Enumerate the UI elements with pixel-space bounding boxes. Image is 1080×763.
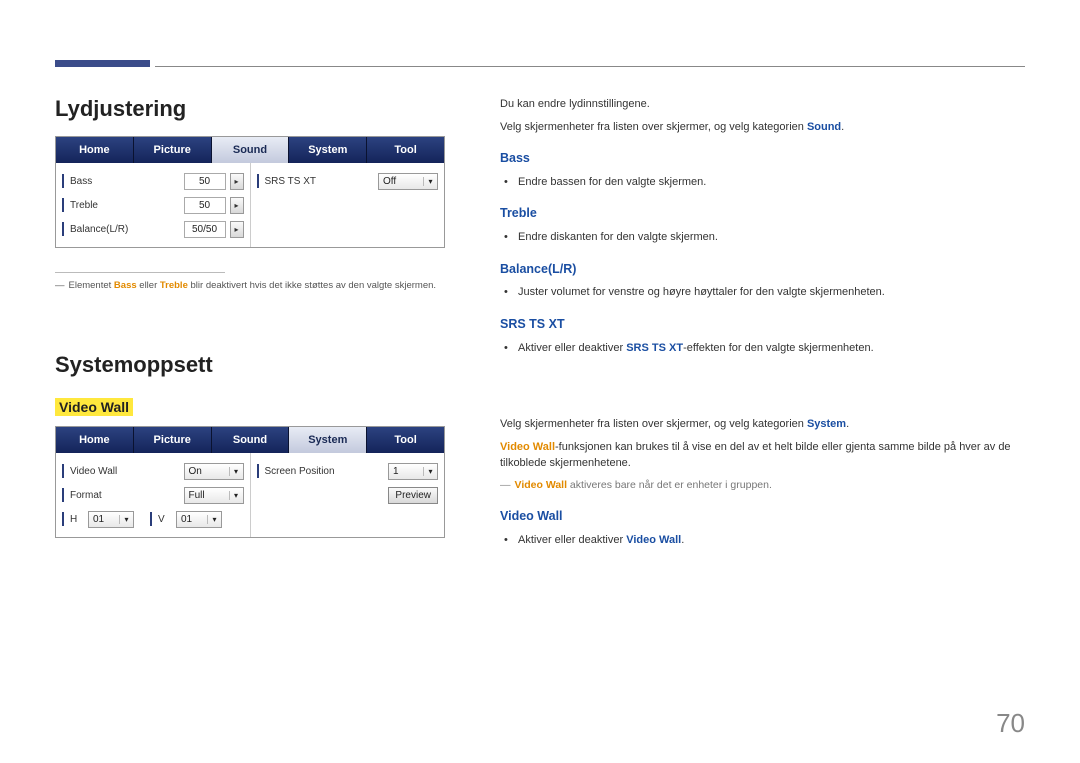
tab-bar: Home Picture Sound System Tool <box>56 137 444 163</box>
tab-home[interactable]: Home <box>56 137 134 163</box>
h-select[interactable]: 01 ▾ <box>88 511 134 528</box>
tab-system-2[interactable]: System <box>289 427 367 453</box>
screenpos-value: 1 <box>393 466 399 477</box>
section-title-systemoppsett: Systemoppsett <box>55 352 445 378</box>
srs-label: SRS TS XT <box>265 176 375 187</box>
balance-value[interactable]: 50/50 <box>184 221 226 238</box>
chevron-down-icon: ▾ <box>229 467 243 476</box>
row-marker-icon <box>62 464 64 478</box>
chevron-down-icon: ▾ <box>119 515 133 524</box>
section-title-lydjustering: Lydjustering <box>55 96 445 122</box>
system-settings-panel: Home Picture Sound System Tool Video Wal… <box>55 426 445 538</box>
page-number: 70 <box>996 708 1025 739</box>
treble-desc: Endre diskanten for den valgte skjermen. <box>504 229 1025 246</box>
tab-system[interactable]: System <box>289 137 367 163</box>
chevron-down-icon: ▾ <box>423 177 437 186</box>
treble-label: Treble <box>70 200 180 211</box>
row-marker-icon <box>62 222 64 236</box>
tab-bar-2: Home Picture Sound System Tool <box>56 427 444 453</box>
tab-picture[interactable]: Picture <box>134 137 212 163</box>
chevron-down-icon: ▾ <box>423 467 437 476</box>
balance-step-icon[interactable]: ▸ <box>230 221 244 238</box>
videowall-select[interactable]: On ▾ <box>184 463 244 480</box>
v-value: 01 <box>181 514 192 525</box>
tab-tool-2[interactable]: Tool <box>367 427 444 453</box>
intro-text-2: Velg skjermenheter fra listen over skjer… <box>500 119 1025 136</box>
header-accent-bar <box>55 60 150 67</box>
footnote-text: ―Elementet Bass eller Treble blir deakti… <box>55 279 445 292</box>
row-marker-icon <box>257 464 259 478</box>
screenpos-select[interactable]: 1 ▾ <box>388 463 438 480</box>
balance-desc: Juster volumet for venstre og høyre høyt… <box>504 284 1025 301</box>
tab-home-2[interactable]: Home <box>56 427 134 453</box>
system-intro: Velg skjermenheter fra listen over skjer… <box>500 416 1025 433</box>
v-select[interactable]: 01 ▾ <box>176 511 222 528</box>
tab-sound[interactable]: Sound <box>212 137 290 163</box>
row-marker-icon <box>62 488 64 502</box>
srs-desc: Aktiver eller deaktiver SRS TS XT-effekt… <box>504 340 1025 357</box>
heading-bass: Bass <box>500 149 1025 168</box>
row-marker-icon <box>150 512 152 526</box>
srs-select[interactable]: Off ▾ <box>378 173 438 190</box>
format-select[interactable]: Full ▾ <box>184 487 244 504</box>
bass-desc: Endre bassen for den valgte skjermen. <box>504 174 1025 191</box>
format-value: Full <box>189 490 205 501</box>
format-label: Format <box>70 490 180 501</box>
tab-sound-2[interactable]: Sound <box>212 427 290 453</box>
h-value: 01 <box>93 514 104 525</box>
bass-label: Bass <box>70 176 180 187</box>
video-wall-highlight: Video Wall <box>55 398 133 416</box>
videowall-desc: Video Wall-funksjonen kan brukes til å v… <box>500 439 1025 472</box>
treble-step-icon[interactable]: ▸ <box>230 197 244 214</box>
chevron-down-icon: ▾ <box>229 491 243 500</box>
videowall-value: On <box>189 466 202 477</box>
sound-settings-panel: Home Picture Sound System Tool Bass 50 ▸ <box>55 136 445 248</box>
footnote-rule <box>55 272 225 273</box>
bass-value[interactable]: 50 <box>184 173 226 190</box>
v-label: V <box>158 514 172 525</box>
heading-videowall: Video Wall <box>500 507 1025 526</box>
row-marker-icon <box>257 174 259 188</box>
preview-button[interactable]: Preview <box>388 487 438 504</box>
intro-text-1: Du kan endre lydinnstillingene. <box>500 96 1025 113</box>
h-label: H <box>70 514 84 525</box>
row-marker-icon <box>62 174 64 188</box>
tab-picture-2[interactable]: Picture <box>134 427 212 453</box>
screenpos-label: Screen Position <box>265 466 385 477</box>
balance-label: Balance(L/R) <box>70 224 180 235</box>
header-rule <box>155 66 1025 67</box>
tab-tool[interactable]: Tool <box>367 137 444 163</box>
videowall-label: Video Wall <box>70 466 180 477</box>
row-marker-icon <box>62 198 64 212</box>
srs-value: Off <box>383 176 396 187</box>
bass-step-icon[interactable]: ▸ <box>230 173 244 190</box>
treble-value[interactable]: 50 <box>184 197 226 214</box>
heading-balance: Balance(L/R) <box>500 260 1025 279</box>
chevron-down-icon: ▾ <box>207 515 221 524</box>
heading-srs: SRS TS XT <box>500 315 1025 334</box>
row-marker-icon <box>62 512 64 526</box>
videowall-item-desc: Aktiver eller deaktiver Video Wall. <box>504 532 1025 549</box>
heading-treble: Treble <box>500 204 1025 223</box>
videowall-note: ―Video Wall aktiveres bare når det er en… <box>500 478 1025 494</box>
